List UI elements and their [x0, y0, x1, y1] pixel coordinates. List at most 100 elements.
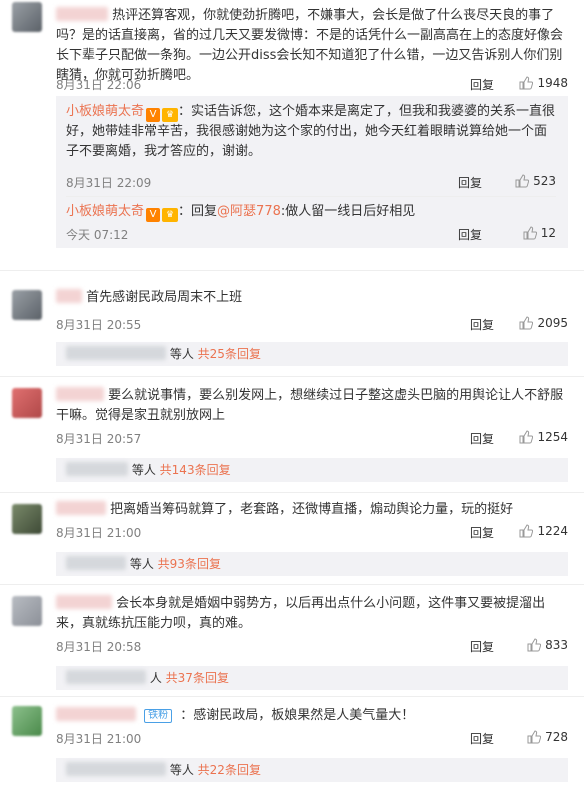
- more-suffix: 等人: [169, 763, 194, 777]
- comment-text: 首先感谢民政局周末不上班: [86, 290, 243, 305]
- avatar[interactable]: [12, 706, 42, 736]
- blurred-usernames: [66, 670, 146, 684]
- comment-item: 要么就说事情，要么别发网上，想继续过日子整这虚头巴脑的用舆论让人不舒服干嘛。觉得…: [0, 382, 584, 492]
- comment-meta: 8月31日 21:00 回复 728: [56, 730, 568, 748]
- comment-time: 8月31日 20:57: [56, 432, 142, 446]
- reply-item: 小板娘萌太奇 V ♛ ：实话告诉您，这个婚本来是离定了，但我和我婆婆的关系一直很好，她…: [66, 102, 556, 192]
- like-count: 12: [540, 226, 556, 240]
- blurred-usernames: [66, 762, 166, 776]
- thumbs-up-icon: [527, 638, 542, 652]
- reply-username[interactable]: 小板娘萌太奇: [66, 204, 144, 219]
- comment-feed: 热评还算客观，你就使劲折腾吧，不嫌事大，会长是做了什么丧尽天良的事了吗？是的话直…: [0, 0, 584, 791]
- blurred-username[interactable]: [56, 501, 106, 515]
- more-replies-link[interactable]: 等人 共143条回复: [56, 458, 568, 482]
- thumbs-up-icon: [523, 226, 537, 240]
- comment-text: 把离婚当筹码就算了，老套路，还微博直播，煽动舆论力量，玩的挺好: [110, 502, 514, 517]
- blurred-username[interactable]: [56, 7, 108, 21]
- like-count: 1254: [537, 430, 568, 444]
- colon: ：: [178, 204, 192, 219]
- comment-text: 会长本身就是婚姻中弱势方，以后再出点什么小问题，这件事又要被提溜出来，真就练抗压…: [56, 596, 546, 631]
- like-button[interactable]: 1254: [519, 430, 568, 444]
- mention-link[interactable]: @阿瑟778: [217, 204, 281, 219]
- avatar[interactable]: [12, 290, 42, 320]
- reply-button[interactable]: 回复: [458, 226, 482, 243]
- like-button[interactable]: 1224: [519, 524, 568, 538]
- reply-button[interactable]: 回复: [470, 76, 494, 93]
- divider: [0, 584, 584, 585]
- comment-text: 热评还算客观，你就使劲折腾吧，不嫌事大，会长是做了什么丧尽天良的事了吗？是的话直…: [56, 8, 564, 83]
- comment-meta: 8月31日 21:00 回复 1224: [56, 524, 568, 542]
- reply-username[interactable]: 小板娘萌太奇: [66, 104, 144, 119]
- more-replies-link[interactable]: 等人 共93条回复: [56, 552, 568, 576]
- more-suffix: 等人: [169, 347, 194, 361]
- like-button[interactable]: 2095: [519, 316, 568, 330]
- reply-item: 小板娘萌太奇 V ♛ ： 回复 @阿瑟778:做人留一线日后好相见 今天 07:12 回复…: [66, 202, 556, 246]
- thumbs-up-icon: [519, 316, 534, 330]
- reply-meta: 今天 07:12 回复 12: [66, 226, 556, 244]
- comment-time: 8月31日 21:00: [56, 526, 142, 540]
- thumbs-up-icon: [519, 76, 534, 90]
- colon: ：: [180, 708, 194, 723]
- comment-item: 首先感谢民政局周末不上班 8月31日 20:55 回复 2095 等人 共25条…: [0, 286, 584, 376]
- creator-badge-icon: ♛: [162, 108, 179, 122]
- like-count: 1948: [537, 76, 568, 90]
- blurred-username[interactable]: [56, 387, 104, 401]
- like-button[interactable]: 12: [523, 226, 556, 240]
- more-replies-link[interactable]: 等人 共25条回复: [56, 342, 568, 366]
- thumbs-up-icon: [519, 524, 534, 538]
- more-suffix: 人: [149, 671, 162, 685]
- divider: [0, 492, 584, 493]
- creator-badge-icon: ♛: [162, 208, 179, 222]
- like-button[interactable]: 728: [527, 730, 568, 744]
- reply-count: 共143条回复: [159, 463, 231, 477]
- comment-time: 8月31日 21:00: [56, 732, 142, 746]
- reply-time: 今天 07:12: [66, 228, 129, 242]
- reply-button[interactable]: 回复: [470, 430, 494, 447]
- avatar[interactable]: [12, 388, 42, 418]
- like-button[interactable]: 523: [515, 174, 556, 188]
- more-replies-link[interactable]: 人 共37条回复: [56, 666, 568, 690]
- like-count: 523: [533, 174, 556, 188]
- comment-item: 热评还算客观，你就使劲折腾吧，不嫌事大，会长是做了什么丧尽天良的事了吗？是的话直…: [0, 0, 584, 300]
- comment-item: 会长本身就是婚姻中弱势方，以后再出点什么小问题，这件事又要被提溜出来，真就练抗压…: [0, 590, 584, 694]
- reply-text: :做人留一线日后好相见: [280, 204, 416, 219]
- comment-meta: 8月31日 20:58 回复 833: [56, 638, 568, 656]
- reply-button[interactable]: 回复: [470, 638, 494, 655]
- like-button[interactable]: 1948: [519, 76, 568, 90]
- reply-button[interactable]: 回复: [470, 316, 494, 333]
- divider: [0, 270, 584, 271]
- comment-text: 感谢民政局，板娘果然是人美气量大！: [193, 708, 415, 723]
- blurred-username[interactable]: [56, 595, 112, 609]
- like-button[interactable]: 833: [527, 638, 568, 652]
- verified-v-icon: V: [146, 208, 161, 222]
- avatar[interactable]: [12, 2, 42, 32]
- reply-count: 共37条回复: [165, 671, 229, 685]
- like-count: 2095: [537, 316, 568, 330]
- reply-count: 共22条回复: [197, 763, 261, 777]
- colon: ：: [178, 104, 192, 119]
- reply-count: 共93条回复: [157, 557, 221, 571]
- blurred-username[interactable]: [56, 707, 136, 721]
- comment-time: 8月31日 22:06: [56, 78, 142, 92]
- comment-meta: 8月31日 22:06 回复 1948: [56, 76, 568, 94]
- like-count: 833: [545, 638, 568, 652]
- blurred-username[interactable]: [56, 289, 82, 303]
- comment-text: 要么就说事情，要么别发网上，想继续过日子整这虚头巴脑的用舆论让人不舒服干嘛。觉得…: [56, 388, 564, 423]
- avatar[interactable]: [12, 596, 42, 626]
- reply-button[interactable]: 回复: [470, 524, 494, 541]
- comment-meta: 8月31日 20:57 回复 1254: [56, 430, 568, 448]
- more-replies-link[interactable]: 等人 共22条回复: [56, 758, 568, 782]
- avatar[interactable]: [12, 504, 42, 534]
- like-count: 728: [545, 730, 568, 744]
- divider: [66, 196, 556, 197]
- comment-item: 把离婚当筹码就算了，老套路，还微博直播，煽动舆论力量，玩的挺好 8月31日 21…: [0, 498, 584, 584]
- reply-time: 8月31日 22:09: [66, 176, 152, 190]
- more-suffix: 等人: [131, 463, 156, 477]
- reply-button[interactable]: 回复: [458, 174, 482, 191]
- verified-v-icon: V: [146, 108, 161, 122]
- divider: [0, 696, 584, 697]
- thumbs-up-icon: [519, 430, 534, 444]
- reply-button[interactable]: 回复: [470, 730, 494, 747]
- reply-thread: 小板娘萌太奇 V ♛ ：实话告诉您，这个婚本来是离定了，但我和我婆婆的关系一直很好，她…: [56, 96, 568, 248]
- more-suffix: 等人: [129, 557, 154, 571]
